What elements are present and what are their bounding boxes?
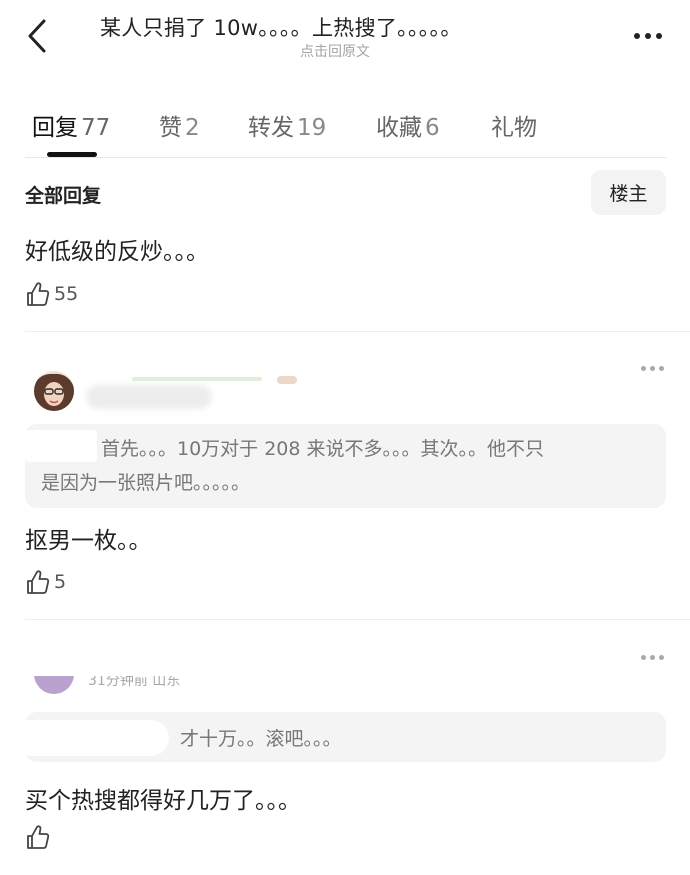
blurred-badge: [277, 376, 297, 384]
reply-timestamp-location: 31分钟前 山东: [88, 676, 181, 689]
tab-label: 转发: [248, 115, 294, 141]
tab-label: 收藏: [376, 115, 422, 141]
like-button[interactable]: 5: [26, 569, 66, 595]
reply-text: 抠男一枚。。: [25, 528, 152, 554]
tab-label: 礼物: [491, 115, 537, 141]
more-horizontal-icon: [634, 33, 640, 39]
reply-text: 好低级的反炒。。。: [25, 239, 209, 265]
like-count: 55: [54, 283, 79, 305]
tab-reposts[interactable]: 转发 19: [248, 108, 326, 142]
more-horizontal-icon: [641, 366, 646, 371]
chevron-left-icon: [28, 19, 46, 53]
tab-count: 6: [425, 115, 440, 141]
tab-favorites[interactable]: 收藏 6: [376, 108, 440, 142]
all-replies-heading: 全部回复: [25, 185, 102, 207]
blurred-username-decoration: [132, 377, 262, 381]
more-options-button[interactable]: [634, 33, 662, 39]
more-horizontal-icon: [641, 655, 646, 660]
tab-count: 77: [81, 115, 111, 141]
reply-more-button[interactable]: [641, 655, 664, 660]
tabs-divider: [25, 157, 667, 158]
redacted-username: [25, 720, 169, 756]
redacted-username: [25, 430, 97, 462]
quoted-reply-text: 才十万。。滚吧。。。: [180, 728, 342, 750]
blurred-username: [86, 385, 212, 409]
thumbs-up-icon: [27, 825, 50, 849]
like-count: 5: [54, 571, 67, 593]
like-button[interactable]: [26, 824, 54, 850]
tab-replies[interactable]: 回复 77: [32, 108, 110, 142]
avatar[interactable]: [34, 371, 74, 411]
reply-divider: [25, 619, 690, 620]
reply-divider: [25, 331, 690, 332]
thumbs-up-icon: [27, 570, 50, 594]
tab-gifts[interactable]: 礼物: [491, 108, 540, 142]
back-to-original-link[interactable]: 点击回原文: [300, 41, 370, 61]
quoted-reply-text: 首先。。。10万对于 208 来说不多。。。其次。。他不只 是因为一张照片吧。。…: [41, 438, 545, 494]
thumbs-up-icon: [27, 282, 50, 306]
tab-label: 赞: [159, 115, 182, 141]
tab-bar: 回复 77 赞2 转发 19 收藏 6 礼物: [0, 104, 690, 159]
tab-count: 19: [297, 115, 327, 141]
post-title[interactable]: 某人只捐了 10w。。。。上热搜了。。。。。: [100, 12, 462, 42]
top-bar: 某人只捐了 10w。。。。上热搜了。。。。。 点击回原文: [0, 0, 690, 70]
avatar[interactable]: [34, 676, 74, 696]
tab-likes[interactable]: 赞2: [159, 108, 200, 142]
tab-label: 回复: [32, 115, 78, 141]
like-button[interactable]: 55: [26, 281, 78, 307]
back-button[interactable]: [22, 16, 52, 56]
reply-more-button[interactable]: [641, 366, 664, 371]
op-only-filter-button[interactable]: 楼主: [591, 170, 666, 215]
reply-text: 买个热搜都得好几万了。。。: [25, 788, 301, 814]
tab-count: 2: [185, 115, 200, 141]
